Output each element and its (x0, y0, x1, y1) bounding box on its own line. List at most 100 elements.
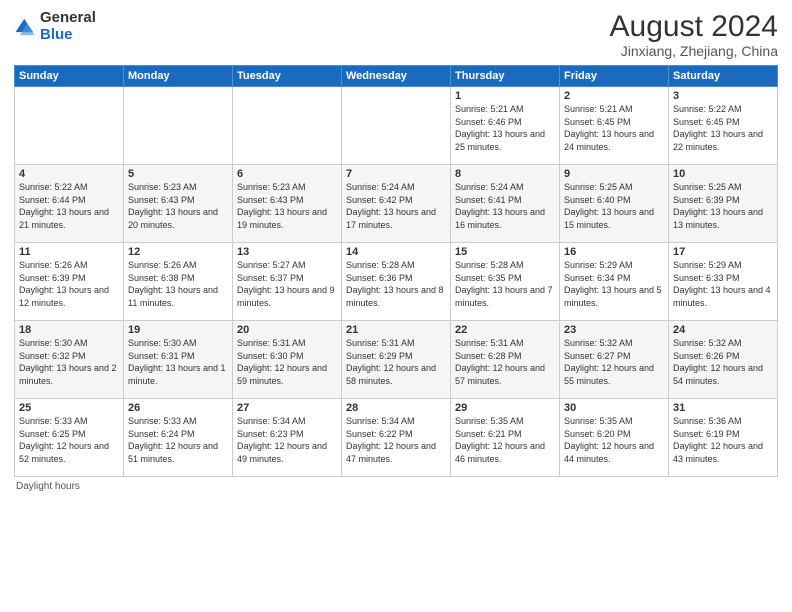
day-cell: 9Sunrise: 5:25 AM Sunset: 6:40 PM Daylig… (560, 165, 669, 243)
day-info: Sunrise: 5:32 AM Sunset: 6:26 PM Dayligh… (673, 337, 773, 387)
day-cell: 8Sunrise: 5:24 AM Sunset: 6:41 PM Daylig… (451, 165, 560, 243)
day-info: Sunrise: 5:22 AM Sunset: 6:45 PM Dayligh… (673, 103, 773, 153)
day-info: Sunrise: 5:27 AM Sunset: 6:37 PM Dayligh… (237, 259, 337, 309)
day-number: 5 (128, 168, 228, 180)
day-info: Sunrise: 5:28 AM Sunset: 6:35 PM Dayligh… (455, 259, 555, 309)
day-cell: 15Sunrise: 5:28 AM Sunset: 6:35 PM Dayli… (451, 243, 560, 321)
day-number: 21 (346, 324, 446, 336)
day-cell: 13Sunrise: 5:27 AM Sunset: 6:37 PM Dayli… (233, 243, 342, 321)
day-cell: 6Sunrise: 5:23 AM Sunset: 6:43 PM Daylig… (233, 165, 342, 243)
day-info: Sunrise: 5:26 AM Sunset: 6:39 PM Dayligh… (19, 259, 119, 309)
day-info: Sunrise: 5:29 AM Sunset: 6:33 PM Dayligh… (673, 259, 773, 309)
day-info: Sunrise: 5:31 AM Sunset: 6:30 PM Dayligh… (237, 337, 337, 387)
logo-text: General Blue (40, 10, 96, 43)
header: General Blue August 2024 Jinxiang, Zheji… (14, 10, 778, 59)
calendar-table: SundayMondayTuesdayWednesdayThursdayFrid… (14, 65, 778, 477)
day-number: 9 (564, 168, 664, 180)
footer: Daylight hours (14, 481, 778, 492)
day-number: 10 (673, 168, 773, 180)
day-cell: 2Sunrise: 5:21 AM Sunset: 6:45 PM Daylig… (560, 87, 669, 165)
day-cell: 21Sunrise: 5:31 AM Sunset: 6:29 PM Dayli… (342, 321, 451, 399)
day-number: 6 (237, 168, 337, 180)
day-info: Sunrise: 5:21 AM Sunset: 6:45 PM Dayligh… (564, 103, 664, 153)
day-info: Sunrise: 5:36 AM Sunset: 6:19 PM Dayligh… (673, 415, 773, 465)
logo-blue: Blue (40, 27, 96, 44)
logo-icon (14, 16, 36, 38)
day-number: 1 (455, 90, 555, 102)
week-row-2: 4Sunrise: 5:22 AM Sunset: 6:44 PM Daylig… (15, 165, 778, 243)
day-number: 11 (19, 246, 119, 258)
logo-general: General (40, 10, 96, 27)
day-number: 20 (237, 324, 337, 336)
day-number: 4 (19, 168, 119, 180)
col-header-monday: Monday (124, 66, 233, 87)
day-number: 31 (673, 402, 773, 414)
day-info: Sunrise: 5:35 AM Sunset: 6:21 PM Dayligh… (455, 415, 555, 465)
day-cell: 28Sunrise: 5:34 AM Sunset: 6:22 PM Dayli… (342, 399, 451, 477)
day-info: Sunrise: 5:23 AM Sunset: 6:43 PM Dayligh… (237, 181, 337, 231)
day-info: Sunrise: 5:28 AM Sunset: 6:36 PM Dayligh… (346, 259, 446, 309)
week-row-5: 25Sunrise: 5:33 AM Sunset: 6:25 PM Dayli… (15, 399, 778, 477)
day-number: 7 (346, 168, 446, 180)
day-cell: 12Sunrise: 5:26 AM Sunset: 6:38 PM Dayli… (124, 243, 233, 321)
subtitle: Jinxiang, Zhejiang, China (610, 43, 778, 59)
main-title: August 2024 (610, 10, 778, 43)
day-number: 2 (564, 90, 664, 102)
day-cell: 11Sunrise: 5:26 AM Sunset: 6:39 PM Dayli… (15, 243, 124, 321)
title-block: August 2024 Jinxiang, Zhejiang, China (610, 10, 778, 59)
day-number: 29 (455, 402, 555, 414)
day-info: Sunrise: 5:33 AM Sunset: 6:24 PM Dayligh… (128, 415, 228, 465)
day-number: 12 (128, 246, 228, 258)
day-info: Sunrise: 5:29 AM Sunset: 6:34 PM Dayligh… (564, 259, 664, 309)
day-info: Sunrise: 5:24 AM Sunset: 6:42 PM Dayligh… (346, 181, 446, 231)
day-cell: 26Sunrise: 5:33 AM Sunset: 6:24 PM Dayli… (124, 399, 233, 477)
day-number: 3 (673, 90, 773, 102)
day-cell: 18Sunrise: 5:30 AM Sunset: 6:32 PM Dayli… (15, 321, 124, 399)
day-info: Sunrise: 5:31 AM Sunset: 6:28 PM Dayligh… (455, 337, 555, 387)
col-header-saturday: Saturday (669, 66, 778, 87)
day-number: 27 (237, 402, 337, 414)
day-cell: 24Sunrise: 5:32 AM Sunset: 6:26 PM Dayli… (669, 321, 778, 399)
day-number: 24 (673, 324, 773, 336)
day-info: Sunrise: 5:22 AM Sunset: 6:44 PM Dayligh… (19, 181, 119, 231)
main-container: General Blue August 2024 Jinxiang, Zheji… (0, 0, 792, 612)
day-cell: 3Sunrise: 5:22 AM Sunset: 6:45 PM Daylig… (669, 87, 778, 165)
week-row-3: 11Sunrise: 5:26 AM Sunset: 6:39 PM Dayli… (15, 243, 778, 321)
day-number: 17 (673, 246, 773, 258)
day-info: Sunrise: 5:30 AM Sunset: 6:31 PM Dayligh… (128, 337, 228, 387)
col-header-wednesday: Wednesday (342, 66, 451, 87)
day-info: Sunrise: 5:34 AM Sunset: 6:23 PM Dayligh… (237, 415, 337, 465)
day-info: Sunrise: 5:21 AM Sunset: 6:46 PM Dayligh… (455, 103, 555, 153)
day-number: 15 (455, 246, 555, 258)
day-cell: 17Sunrise: 5:29 AM Sunset: 6:33 PM Dayli… (669, 243, 778, 321)
day-info: Sunrise: 5:35 AM Sunset: 6:20 PM Dayligh… (564, 415, 664, 465)
day-cell: 31Sunrise: 5:36 AM Sunset: 6:19 PM Dayli… (669, 399, 778, 477)
header-row: SundayMondayTuesdayWednesdayThursdayFrid… (15, 66, 778, 87)
day-number: 8 (455, 168, 555, 180)
day-cell: 19Sunrise: 5:30 AM Sunset: 6:31 PM Dayli… (124, 321, 233, 399)
day-info: Sunrise: 5:25 AM Sunset: 6:39 PM Dayligh… (673, 181, 773, 231)
day-number: 16 (564, 246, 664, 258)
day-cell: 25Sunrise: 5:33 AM Sunset: 6:25 PM Dayli… (15, 399, 124, 477)
footer-text: Daylight hours (16, 481, 80, 492)
week-row-1: 1Sunrise: 5:21 AM Sunset: 6:46 PM Daylig… (15, 87, 778, 165)
day-cell: 27Sunrise: 5:34 AM Sunset: 6:23 PM Dayli… (233, 399, 342, 477)
day-cell (124, 87, 233, 165)
day-number: 18 (19, 324, 119, 336)
day-info: Sunrise: 5:23 AM Sunset: 6:43 PM Dayligh… (128, 181, 228, 231)
day-number: 22 (455, 324, 555, 336)
day-cell: 29Sunrise: 5:35 AM Sunset: 6:21 PM Dayli… (451, 399, 560, 477)
day-number: 25 (19, 402, 119, 414)
day-cell: 22Sunrise: 5:31 AM Sunset: 6:28 PM Dayli… (451, 321, 560, 399)
day-info: Sunrise: 5:24 AM Sunset: 6:41 PM Dayligh… (455, 181, 555, 231)
col-header-friday: Friday (560, 66, 669, 87)
day-cell: 16Sunrise: 5:29 AM Sunset: 6:34 PM Dayli… (560, 243, 669, 321)
col-header-tuesday: Tuesday (233, 66, 342, 87)
day-cell: 1Sunrise: 5:21 AM Sunset: 6:46 PM Daylig… (451, 87, 560, 165)
day-number: 23 (564, 324, 664, 336)
day-info: Sunrise: 5:25 AM Sunset: 6:40 PM Dayligh… (564, 181, 664, 231)
day-cell: 5Sunrise: 5:23 AM Sunset: 6:43 PM Daylig… (124, 165, 233, 243)
day-cell (233, 87, 342, 165)
day-number: 19 (128, 324, 228, 336)
day-info: Sunrise: 5:30 AM Sunset: 6:32 PM Dayligh… (19, 337, 119, 387)
